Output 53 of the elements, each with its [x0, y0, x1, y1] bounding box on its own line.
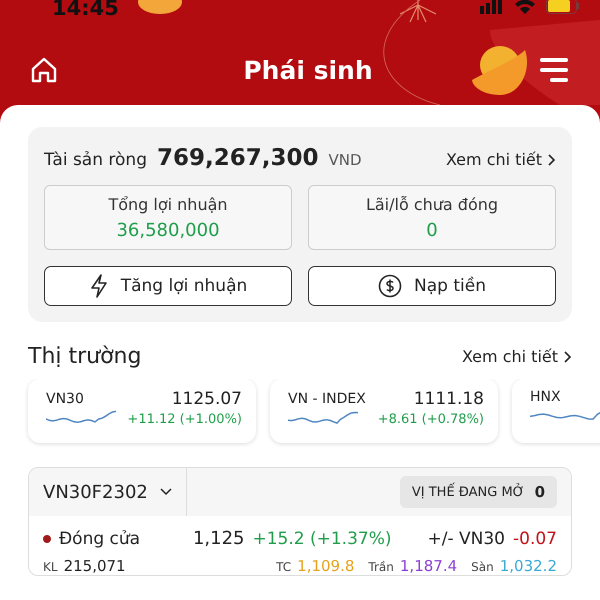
currency-label: VND: [328, 151, 362, 169]
wifi-icon: [514, 0, 536, 14]
reference-price: 1,109.8: [297, 557, 354, 575]
reference-label: TC: [276, 560, 292, 574]
open-positions-label: VỊ THẾ ĐANG MỞ: [412, 484, 525, 500]
view-details-link[interactable]: Xem chi tiết: [446, 150, 556, 169]
status-dot: [43, 534, 51, 542]
net-assets-value: 769,267,300: [156, 145, 318, 171]
basis-value: -0.07: [513, 528, 557, 548]
stat-value: 0: [425, 220, 439, 241]
market-status: Đóng cửa: [59, 528, 140, 548]
coin-drawing: [472, 46, 527, 95]
coin-drawing: [138, 0, 182, 14]
view-details-link[interactable]: Xem chi tiết: [462, 347, 572, 366]
deposit-button[interactable]: Nạp tiền: [308, 266, 556, 306]
reference-price: 1,187.4: [400, 557, 458, 575]
reference-label: Trần: [368, 560, 394, 574]
reference-label: Sàn: [471, 560, 494, 574]
lightning-icon: [88, 274, 109, 298]
contract-change: +15.2 (+1.37%): [252, 528, 392, 548]
index-name: HNX: [530, 389, 561, 405]
net-assets-label: Tài sản ròng: [44, 150, 147, 170]
reference-price: 1,032.2: [500, 557, 557, 575]
stat-value: 36,580,000: [115, 220, 221, 241]
battery-icon: [546, 0, 580, 14]
index-change: +11.12 (+1.00%): [127, 412, 242, 426]
contract-selector[interactable]: VN30F2302: [29, 468, 187, 516]
index-value: 1125.07: [172, 389, 242, 409]
index-value: 1111.18: [414, 389, 484, 409]
stat-label: Tổng lợi nhuận: [107, 195, 229, 214]
chevron-icon: [548, 154, 556, 166]
dollar-icon: [378, 274, 402, 298]
page-title: Phái sinh: [243, 56, 373, 84]
volume-value: 215,071: [64, 557, 126, 575]
caret-icon: [160, 488, 172, 496]
index-card[interactable]: VN - INDEX 1111.18 +8.61 (+0.78%): [270, 379, 498, 443]
signal-icon: [480, 0, 504, 14]
basis-label: +/- VN30: [428, 528, 505, 548]
index-card[interactable]: VN30 1125.07 +11.12 (+1.00%): [28, 379, 256, 443]
menu-icon[interactable]: [538, 57, 570, 83]
index-change: +8.61 (+0.78%): [378, 412, 484, 426]
section-title: Thị trường: [28, 344, 142, 369]
volume-label: KL: [43, 560, 58, 574]
contract-price: 1,125: [192, 528, 244, 549]
boost-profit-button[interactable]: Tăng lợi nhuận: [44, 266, 292, 306]
index-name: VN30: [46, 391, 84, 407]
chevron-icon: [564, 350, 572, 362]
home-icon[interactable]: [30, 57, 58, 83]
open-positions-count: 0: [534, 483, 545, 501]
stat-label: Lãi/lỗ chưa đóng: [364, 195, 500, 214]
index-card[interactable]: HNX: [512, 379, 600, 443]
index-name: VN - INDEX: [288, 391, 366, 407]
status-time: 14:45: [52, 0, 119, 20]
